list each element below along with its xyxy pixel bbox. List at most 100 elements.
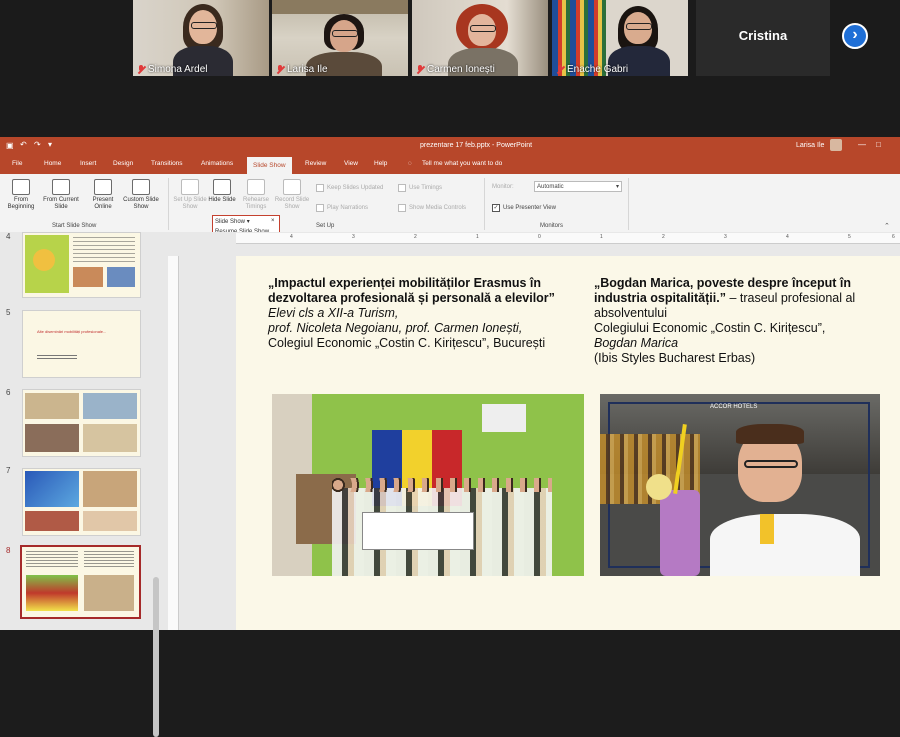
- ruler-tick: 6: [892, 234, 895, 240]
- participant-tile[interactable]: Larisa Ile: [272, 0, 408, 76]
- tab-file[interactable]: File: [12, 160, 22, 167]
- participant-tile[interactable]: Carmen Ionești: [412, 0, 548, 76]
- mic-muted-icon: [137, 65, 145, 74]
- slide-thumbnail[interactable]: [22, 468, 141, 536]
- mic-muted-icon: [556, 65, 564, 74]
- ruler-tick: 2: [414, 234, 417, 240]
- checkbox-label: Show Media Controls: [409, 205, 467, 211]
- button-label: Rehearse Timings: [242, 197, 269, 210]
- slide-canvas[interactable]: „Impactul experienței mobilităților Eras…: [236, 256, 900, 630]
- from-current-slide-button[interactable]: From Current Slide: [40, 179, 82, 211]
- slide-thumbnail-pane: 4 5 Alte diseminări mobilități profesion…: [0, 232, 163, 737]
- left-line-1: Elevi cls a XII-a Turism,: [268, 306, 399, 320]
- chevron-down-icon: ▾: [246, 219, 250, 225]
- user-name[interactable]: Larisa Ile: [796, 142, 824, 149]
- save-icon[interactable]: ▣: [6, 141, 14, 150]
- checkbox-checked-icon: ✓: [492, 204, 500, 212]
- present-online-button[interactable]: Present Online: [86, 179, 120, 211]
- button-label: From Current Slide: [43, 197, 79, 210]
- button-label: Set Up Slide Show: [173, 197, 207, 210]
- button-label: Present Online: [92, 197, 114, 210]
- record-icon: [283, 179, 301, 195]
- slide-number: 6: [6, 388, 11, 397]
- mic-muted-icon: [276, 65, 284, 74]
- slide-number: 7: [6, 466, 11, 475]
- right-line-3: (Ibis Styles Bucharest Erbas): [594, 351, 756, 365]
- tab-animations[interactable]: Animations: [201, 160, 233, 167]
- record-slide-show-button[interactable]: Record Slide Show: [272, 179, 312, 211]
- from-beginning-button[interactable]: From Beginning: [4, 179, 38, 211]
- participant-tile[interactable]: Simona Ardel: [133, 0, 269, 76]
- keep-slides-updated-checkbox[interactable]: Keep Slides Updated: [316, 184, 383, 192]
- maximize-icon[interactable]: □: [876, 140, 881, 149]
- checkbox-icon: [316, 184, 324, 192]
- custom-show-icon: [132, 179, 150, 195]
- next-participants-button[interactable]: ›: [842, 23, 868, 49]
- group-label: Start Slide Show: [52, 223, 97, 229]
- redo-icon[interactable]: ↷: [34, 140, 41, 149]
- use-timings-checkbox[interactable]: Use Timings: [398, 184, 442, 192]
- minimize-icon[interactable]: —: [858, 140, 866, 149]
- document-title: prezentare 17 feb.pptx - PowerPoint: [420, 142, 533, 149]
- slideshow-start-icon: [12, 179, 30, 195]
- chevron-right-icon: ›: [852, 26, 858, 43]
- mic-muted-icon: [416, 65, 424, 74]
- left-text-block[interactable]: „Impactul experienței mobilităților Eras…: [268, 276, 572, 351]
- tab-transitions[interactable]: Transitions: [151, 160, 183, 167]
- show-media-controls-checkbox[interactable]: Show Media Controls: [398, 204, 466, 212]
- right-line-1: Colegiului Economic „Costin C. Kirițescu…: [594, 321, 826, 335]
- participant-tile-cristina[interactable]: Cristina: [696, 0, 830, 76]
- thumbnail-scrollbar[interactable]: [153, 577, 159, 737]
- tab-view[interactable]: View: [344, 160, 358, 167]
- avatar[interactable]: [830, 139, 842, 151]
- group-label: Monitors: [540, 223, 564, 229]
- tab-help[interactable]: Help: [374, 160, 387, 167]
- ruler-tick: 1: [600, 234, 603, 240]
- play-narrations-checkbox[interactable]: Play Narrations: [316, 204, 368, 212]
- rehearse-timings-button[interactable]: Rehearse Timings: [238, 179, 274, 211]
- tab-insert[interactable]: Insert: [80, 160, 96, 167]
- slide-thumbnail[interactable]: Alte diseminări mobilități profesionale.…: [22, 310, 141, 378]
- checkbox-icon: [316, 204, 324, 212]
- dropdown-item-slide-show[interactable]: Slide Show ▾: [215, 218, 250, 225]
- slide-thumbnail-selected[interactable]: [20, 545, 141, 619]
- hide-slide-icon: [213, 179, 231, 195]
- custom-slide-show-button[interactable]: Custom Slide Show: [120, 179, 162, 211]
- collapse-ribbon-icon[interactable]: ⌃: [884, 222, 890, 230]
- vertical-ruler: [168, 256, 179, 630]
- slide-thumbnail[interactable]: [22, 232, 141, 298]
- checkbox-label: Use Timings: [409, 185, 443, 191]
- left-line-3: Colegiul Economic „Costin C. Kirițescu”,…: [268, 336, 546, 350]
- bogdan-photo[interactable]: ACCOR HOTELS: [600, 394, 880, 576]
- tell-me-search[interactable]: Tell me what you want to do: [422, 160, 502, 167]
- checkbox-label: Keep Slides Updated: [327, 185, 384, 191]
- left-line-2: prof. Nicoleta Negoianu, prof. Carmen Io…: [268, 321, 523, 335]
- group-label: Set Up: [316, 223, 335, 229]
- lightbulb-icon: ◌: [408, 160, 412, 167]
- monitor-value: Automatic: [537, 184, 564, 190]
- right-text-block[interactable]: „Bogdan Marica, poveste despre început î…: [594, 276, 866, 366]
- ruler-tick: 3: [724, 234, 727, 240]
- tab-home[interactable]: Home: [44, 160, 61, 167]
- ruler-tick: 3: [352, 234, 355, 240]
- undo-icon[interactable]: ↶: [20, 140, 27, 149]
- slide-number: 4: [6, 232, 11, 241]
- menu-item-label: Slide Show: [215, 219, 246, 225]
- tab-design[interactable]: Design: [113, 160, 133, 167]
- ppt-title-bar: ▣ ↶ ↷ ▾ prezentare 17 feb.pptx - PowerPo…: [0, 137, 900, 154]
- ruler-tick: 2: [662, 234, 665, 240]
- close-icon[interactable]: ×: [271, 218, 275, 224]
- monitor-select[interactable]: Automatic ▾: [534, 181, 622, 192]
- use-presenter-view-checkbox[interactable]: ✓ Use Presenter View: [492, 204, 556, 212]
- hide-slide-button[interactable]: Hide Slide: [208, 179, 236, 204]
- set-up-slide-show-button[interactable]: Set Up Slide Show: [172, 179, 208, 211]
- ribbon-tabs: File Home Insert Design Transitions Anim…: [0, 154, 900, 174]
- tab-slide-show[interactable]: Slide Show: [247, 157, 292, 174]
- tab-review[interactable]: Review: [305, 160, 326, 167]
- slide-thumbnail[interactable]: [22, 389, 141, 457]
- quick-access-icon[interactable]: ▾: [48, 140, 52, 149]
- participant-tile[interactable]: Enache Gabri: [552, 0, 688, 76]
- slide-number: 8: [6, 546, 11, 555]
- video-strip: Simona Ardel Larisa Ile Carmen Ionești E…: [0, 0, 900, 137]
- group-photo[interactable]: [272, 394, 584, 576]
